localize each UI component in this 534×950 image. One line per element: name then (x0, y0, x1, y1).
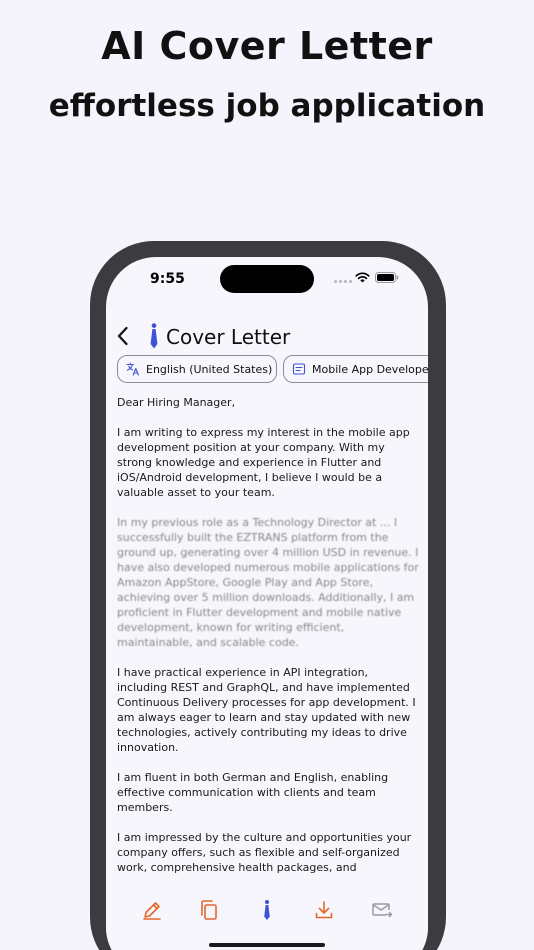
bottom-toolbar (106, 885, 428, 945)
job-chip-label: Mobile App Developer (312, 362, 428, 376)
copy-button[interactable] (198, 899, 220, 921)
promo-title: AI Cover Letter (101, 24, 433, 68)
tie-icon (264, 900, 270, 920)
letter-paragraph-3: I have practical experience in API integ… (117, 666, 416, 754)
letter-paragraph-4: I am fluent in both German and English, … (117, 771, 389, 814)
dynamic-island (220, 265, 314, 293)
tie-icon (150, 323, 158, 349)
phone-frame: 9:55 Cover Letter English (United States… (90, 241, 446, 950)
letter-paragraph-2-redacted: In my previous role as a Technology Dire… (117, 516, 419, 649)
download-icon (315, 901, 333, 919)
email-icon (372, 903, 393, 918)
download-button[interactable] (313, 899, 335, 921)
status-bar: 9:55 (106, 257, 428, 303)
letter-greeting: Dear Hiring Manager, (117, 396, 236, 409)
cellular-signal-icon (334, 280, 352, 283)
status-time: 9:55 (150, 271, 185, 287)
translate-icon (126, 362, 139, 376)
page-title: Cover Letter (166, 325, 291, 349)
promo-subtitle: effortless job application (48, 88, 486, 124)
language-chip-label: English (United States) (146, 362, 273, 376)
phone-screen: 9:55 Cover Letter English (United States… (106, 257, 428, 950)
filter-chips: English (United States) Mobile App Devel… (117, 355, 428, 383)
copy-icon (201, 900, 217, 920)
email-button[interactable] (371, 899, 393, 921)
wifi-icon (355, 272, 370, 283)
edit-button[interactable] (141, 899, 163, 921)
pencil-icon (143, 902, 161, 920)
cover-letter-text[interactable]: Dear Hiring Manager, I am writing to exp… (117, 395, 419, 873)
letter-paragraph-5: I am impressed by the culture and opport… (117, 831, 412, 873)
language-chip[interactable]: English (United States) (117, 355, 277, 383)
back-button[interactable] (116, 325, 130, 347)
letter-paragraph-1: I am writing to express my interest in t… (117, 426, 410, 499)
job-description-icon (292, 363, 306, 375)
home-indicator (209, 943, 325, 947)
job-chip[interactable]: Mobile App Developer (283, 355, 428, 383)
generate-button[interactable] (256, 899, 278, 921)
battery-icon (375, 272, 399, 283)
app-store-screenshot: AI Cover Letter effortless job applicati… (0, 0, 534, 950)
navigation-bar: Cover Letter (106, 313, 428, 357)
